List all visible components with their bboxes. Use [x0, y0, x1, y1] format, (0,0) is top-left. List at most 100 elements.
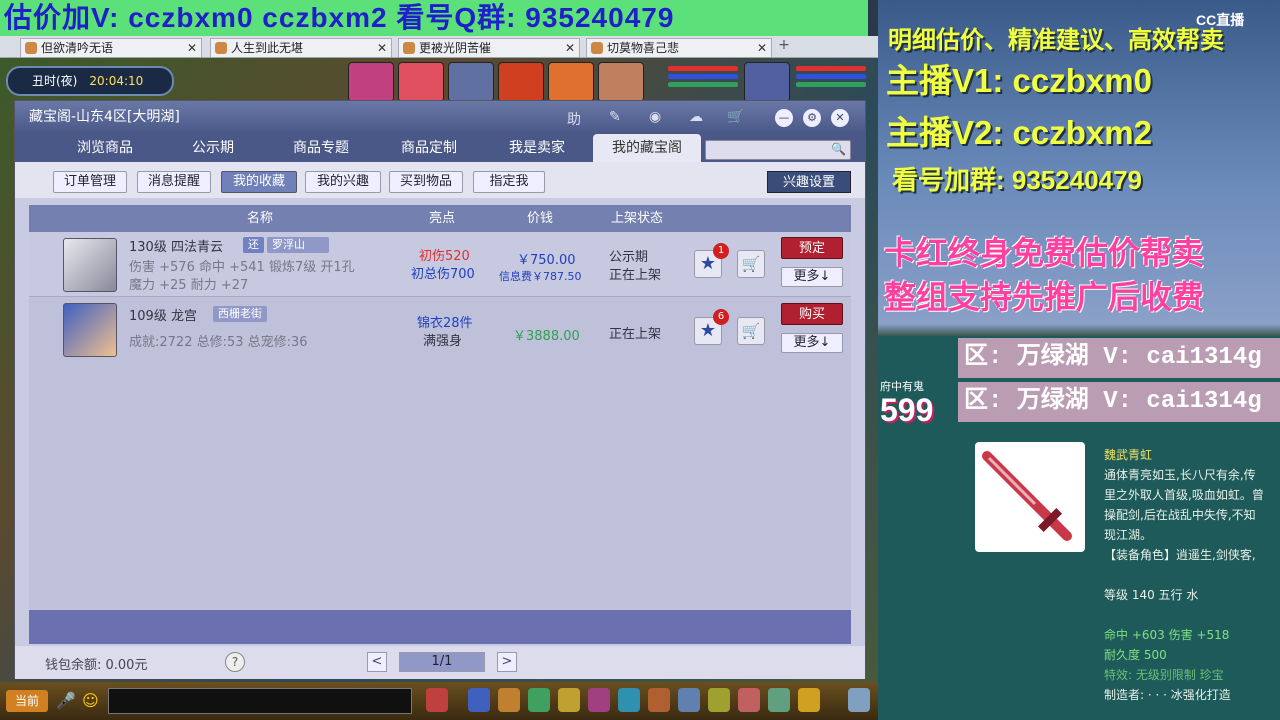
cart-icon[interactable]: 🛒 — [737, 250, 765, 278]
prev-page-button[interactable]: < — [367, 652, 387, 672]
item-status: 公示期 — [609, 250, 649, 265]
tab-browse[interactable]: 浏览商品 — [51, 134, 159, 162]
item-tag: 罗浮山 — [267, 237, 329, 253]
overlay-text: 整组支持先推广后收费 — [884, 279, 1205, 315]
close-icon[interactable]: ✕ — [377, 39, 387, 57]
more-button[interactable]: 更多↓ — [781, 333, 843, 353]
close-button[interactable]: ✕ — [831, 109, 849, 127]
pet-icon[interactable] — [426, 688, 448, 712]
close-icon[interactable]: ✕ — [565, 39, 575, 57]
browser-tab-bar: 但欲清吟无语 ✕ 人生到此无堪 ✕ 更被光阴苦催 ✕ 切莫物喜己悲 ✕ + — [0, 36, 878, 58]
browser-tab[interactable]: 人生到此无堪 ✕ — [210, 38, 392, 57]
browser-tab[interactable]: 但欲清吟无语 ✕ — [20, 38, 202, 57]
close-icon[interactable]: ✕ — [757, 39, 767, 57]
sword-thumbnail[interactable] — [63, 238, 117, 292]
item-icon[interactable] — [498, 688, 520, 712]
attack-icon[interactable] — [468, 688, 490, 712]
hp-mp-bars — [668, 66, 738, 96]
tab-orders[interactable]: 订单管理 — [53, 171, 127, 193]
detail-description: 里之外取人首级,吸血如虹。曾 — [1104, 488, 1264, 502]
search-input[interactable]: 🔍 — [705, 140, 851, 160]
mall-icon[interactable] — [768, 688, 790, 712]
give-icon[interactable] — [528, 688, 550, 712]
interest-settings-button[interactable]: 兴趣设置 — [767, 171, 851, 193]
avatar[interactable] — [598, 62, 644, 102]
region-contact: 区: 万绿湖 V: cai1314g — [958, 338, 1280, 378]
buy-button[interactable]: 购买 — [781, 303, 843, 325]
browser-tab[interactable]: 更被光阴苦催 ✕ — [398, 38, 580, 57]
trade-icon[interactable] — [558, 688, 580, 712]
tab-messages[interactable]: 消息提醒 — [137, 171, 211, 193]
settings-gear-icon[interactable]: ⚙ — [803, 109, 821, 127]
tab-interests[interactable]: 我的兴趣 — [305, 171, 381, 193]
detail-stats: 命中 +603 伤害 +518 — [1104, 628, 1230, 642]
tab-public-period[interactable]: 公示期 — [159, 134, 267, 162]
cart-icon[interactable]: 🛒 — [727, 109, 744, 125]
avatar[interactable] — [348, 62, 394, 102]
quick-icon[interactable] — [708, 688, 730, 712]
mp-bar — [668, 74, 738, 79]
sword-icon — [982, 451, 1072, 541]
team-icon[interactable] — [588, 688, 610, 712]
big-number: 599 — [880, 392, 934, 428]
tab-favicon-icon — [25, 42, 37, 54]
avatar[interactable] — [498, 62, 544, 102]
microphone-icon[interactable]: 🎤 — [56, 691, 76, 710]
help-button[interactable]: 助 — [567, 109, 581, 129]
edit-icon[interactable]: ✎ — [609, 109, 621, 125]
pet-menu-icon[interactable] — [618, 688, 640, 712]
tab-my-pavilion[interactable]: 我的藏宝阁 — [593, 134, 701, 162]
sp-bar — [796, 82, 866, 87]
gang-icon[interactable] — [678, 688, 700, 712]
cart-icon[interactable]: 🛒 — [737, 317, 765, 345]
tab-designated[interactable]: 指定我 — [473, 171, 545, 193]
detail-description: 【装备角色】逍遥生,剑侠客, — [1104, 548, 1256, 562]
clock-period: 丑时(夜) — [32, 74, 78, 88]
col-price: 价钱 — [527, 211, 554, 226]
minimize-button[interactable]: — — [775, 109, 793, 127]
table-footer — [29, 610, 851, 644]
record-icon[interactable]: ◉ — [649, 109, 661, 125]
tab-bought[interactable]: 买到物品 — [389, 171, 463, 193]
next-page-button[interactable]: > — [497, 652, 517, 672]
search-icon[interactable]: 🔍 — [831, 142, 846, 156]
character-thumbnail[interactable] — [63, 303, 117, 357]
item-highlight: 初伤520 — [419, 249, 470, 264]
activity-icon[interactable] — [798, 688, 820, 712]
overlay-text: 主播V1: cczbxm0 — [886, 62, 1152, 99]
friend-icon[interactable] — [738, 688, 760, 712]
tab-custom[interactable]: 商品定制 — [375, 134, 483, 162]
item-status: 正在上架 — [609, 268, 662, 283]
new-tab-button[interactable]: + — [776, 38, 792, 54]
page-indicator: 1/1 — [399, 652, 485, 672]
sub-nav: 订单管理 消息提醒 我的收藏 我的兴趣 买到物品 指定我 兴趣设置 — [15, 162, 865, 198]
hp-mp-bars — [796, 66, 866, 96]
chat-channel-button[interactable]: 当前 — [6, 690, 48, 712]
tab-topics[interactable]: 商品专题 — [267, 134, 375, 162]
clock-time: 20:04:10 — [89, 74, 144, 88]
sp-bar — [668, 82, 738, 87]
reserve-button[interactable]: 预定 — [781, 237, 843, 259]
close-icon[interactable]: ✕ — [187, 39, 197, 57]
system-icon[interactable] — [848, 688, 870, 712]
item-price: ￥3888.00 — [513, 329, 580, 344]
tab-seller[interactable]: 我是卖家 — [483, 134, 591, 162]
table-row[interactable]: 130级 四法青云 还 罗浮山 伤害 +576 命中 +541 锻炼7级 开1孔… — [29, 232, 851, 296]
chat-input[interactable] — [108, 688, 412, 714]
table-row[interactable]: 109级 龙宫 西栅老街 成就:2722 总修:53 总宠修:36 锦衣28件 … — [29, 296, 851, 360]
emoji-icon[interactable]: ☺ — [82, 691, 99, 710]
avatar[interactable] — [448, 62, 494, 102]
tab-favorites[interactable]: 我的收藏 — [221, 171, 297, 193]
chat-icon[interactable]: ☁ — [689, 109, 703, 125]
browser-tab-label: 切莫物喜己悲 — [607, 41, 680, 55]
detail-description: 现江湖。 — [1104, 528, 1153, 542]
hp-bar — [668, 66, 738, 71]
task-icon[interactable] — [648, 688, 670, 712]
avatar[interactable] — [398, 62, 444, 102]
browser-tab[interactable]: 切莫物喜己悲 ✕ — [586, 38, 772, 57]
help-icon[interactable]: ? — [225, 652, 245, 672]
detail-durability: 耐久度 500 — [1104, 648, 1167, 662]
more-button[interactable]: 更多↓ — [781, 267, 843, 287]
avatar[interactable] — [548, 62, 594, 102]
avatar[interactable] — [744, 62, 790, 102]
